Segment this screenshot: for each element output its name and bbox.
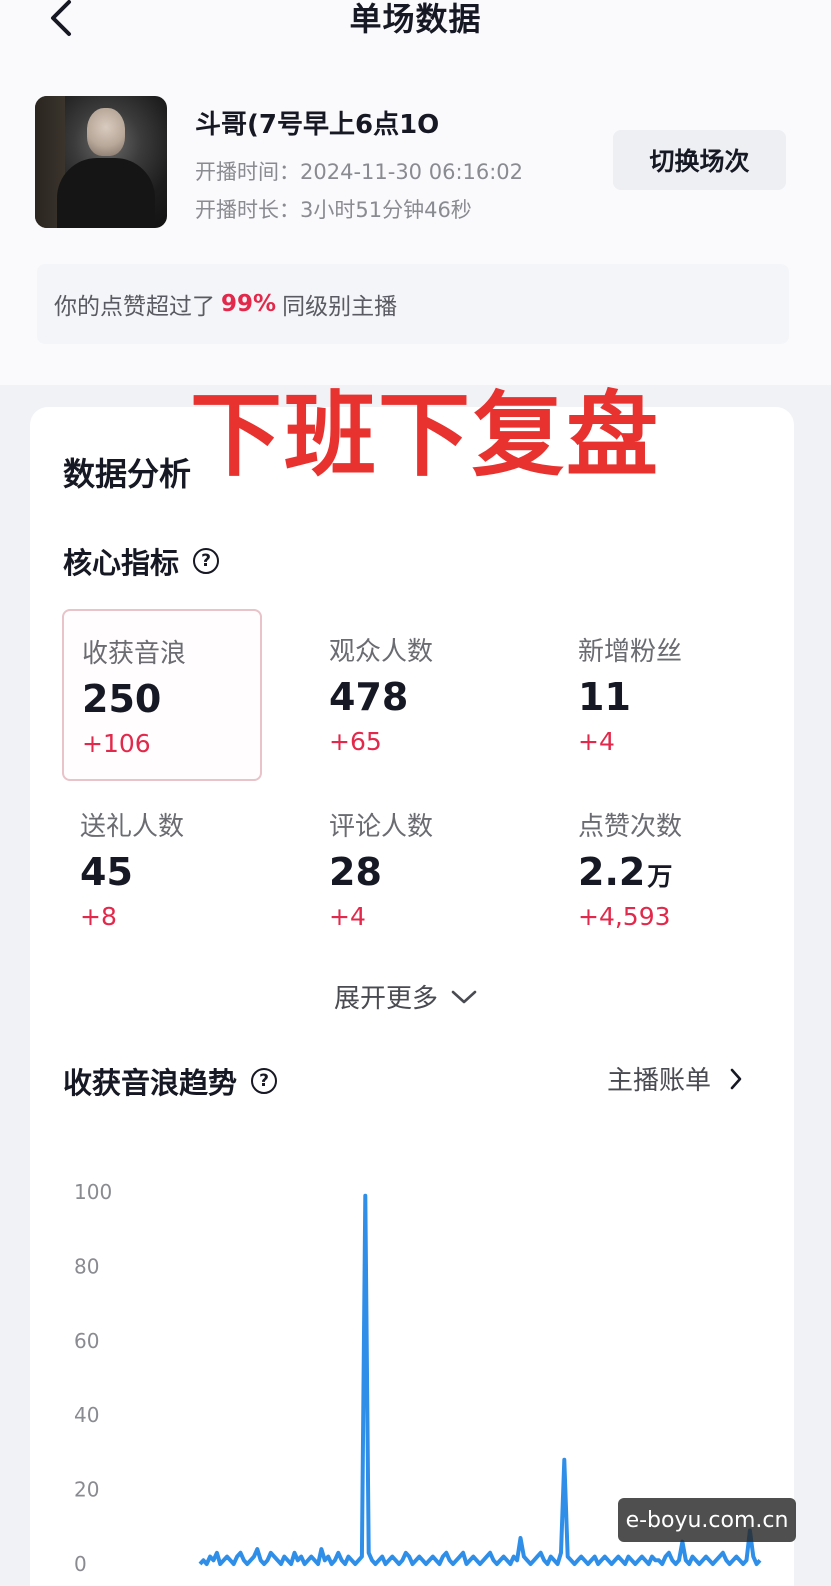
metric-card[interactable]: 点赞次数 2.2万 +4,593 <box>560 784 760 956</box>
metric-number: 45 <box>80 850 133 894</box>
metric-label: 评论人数 <box>329 812 434 842</box>
metric-label: 送礼人数 <box>80 812 185 842</box>
metric-delta: +8 <box>80 902 117 931</box>
y-tick-label: 40 <box>74 1403 99 1427</box>
metric-number: 478 <box>329 675 409 719</box>
chevron-right-icon <box>730 1068 742 1089</box>
expand-more-label: 展开更多 <box>334 984 439 1014</box>
watermark: e-boyu.com.cn <box>618 1498 796 1542</box>
likes-rank-banner: 你的点赞超过了 99% 同级别主播 <box>37 264 789 344</box>
metric-number: 2.2 <box>578 850 646 894</box>
page-title: 单场数据 <box>349 0 482 38</box>
metric-number: 28 <box>329 850 382 894</box>
question-circle-icon[interactable]: ? <box>193 548 220 574</box>
metric-label: 收获音浪 <box>82 639 187 669</box>
avatar[interactable] <box>35 96 167 228</box>
metric-value: 250 <box>82 677 163 721</box>
stream-start-time: 开播时间：2024-11-30 06:16:02 <box>195 160 524 184</box>
core-metrics-title: 核心指标 ? <box>63 540 220 582</box>
metric-value: 28 <box>329 850 384 894</box>
stream-name: 斗哥(7号早上6点1O <box>195 110 440 140</box>
metric-number: 11 <box>578 675 631 719</box>
chevron-down-icon <box>451 990 477 1003</box>
metric-delta: +4 <box>329 902 366 931</box>
metric-label: 新增粉丝 <box>578 637 683 667</box>
overlay-caption: 下班下复盘 <box>190 382 661 489</box>
metric-card[interactable]: 评论人数 28 +4 <box>311 784 511 956</box>
metric-card[interactable]: 收获音浪 250 +106 <box>62 609 262 781</box>
switch-session-button[interactable]: 切换场次 <box>613 130 786 190</box>
core-metrics-label: 核心指标 <box>63 546 180 580</box>
likes-banner-prefix: 你的点赞超过了 <box>54 294 215 320</box>
y-tick-label: 60 <box>74 1329 99 1353</box>
metric-delta: +65 <box>329 727 382 756</box>
metric-delta: +4,593 <box>578 902 671 931</box>
metric-card[interactable]: 送礼人数 45 +8 <box>62 784 262 956</box>
stream-duration: 开播时长：3小时51分钟46秒 <box>195 198 472 222</box>
streamer-bill-link[interactable]: 主播账单 <box>607 1060 743 1097</box>
trend-title-label: 收获音浪趋势 <box>63 1066 238 1100</box>
likes-banner-suffix: 同级别主播 <box>282 294 398 320</box>
metric-delta: +106 <box>82 729 151 758</box>
metric-delta: +4 <box>578 727 615 756</box>
y-tick-label: 80 <box>74 1254 99 1278</box>
metric-number: 250 <box>82 677 162 721</box>
y-tick-label: 20 <box>74 1478 99 1502</box>
likes-banner-percent: 99% <box>221 291 277 317</box>
metric-card[interactable]: 观众人数 478 +65 <box>311 609 511 781</box>
metric-label: 点赞次数 <box>578 812 683 842</box>
y-tick-label: 100 <box>74 1180 112 1204</box>
streamer-bill-label: 主播账单 <box>607 1066 712 1096</box>
y-tick-label: 0 <box>74 1552 87 1576</box>
expand-more-button[interactable]: 展开更多 <box>334 978 478 1015</box>
metric-card[interactable]: 新增粉丝 11 +4 <box>560 609 760 781</box>
question-circle-icon[interactable]: ? <box>251 1068 278 1094</box>
metric-value: 11 <box>578 675 633 719</box>
analysis-title: 数据分析 <box>63 455 192 493</box>
metric-value: 478 <box>329 675 410 719</box>
metric-label: 观众人数 <box>329 637 434 667</box>
metric-unit: 万 <box>647 862 673 891</box>
metric-value: 45 <box>80 850 135 894</box>
metric-value: 2.2万 <box>578 850 672 894</box>
trend-title: 收获音浪趋势 ? <box>63 1060 278 1102</box>
